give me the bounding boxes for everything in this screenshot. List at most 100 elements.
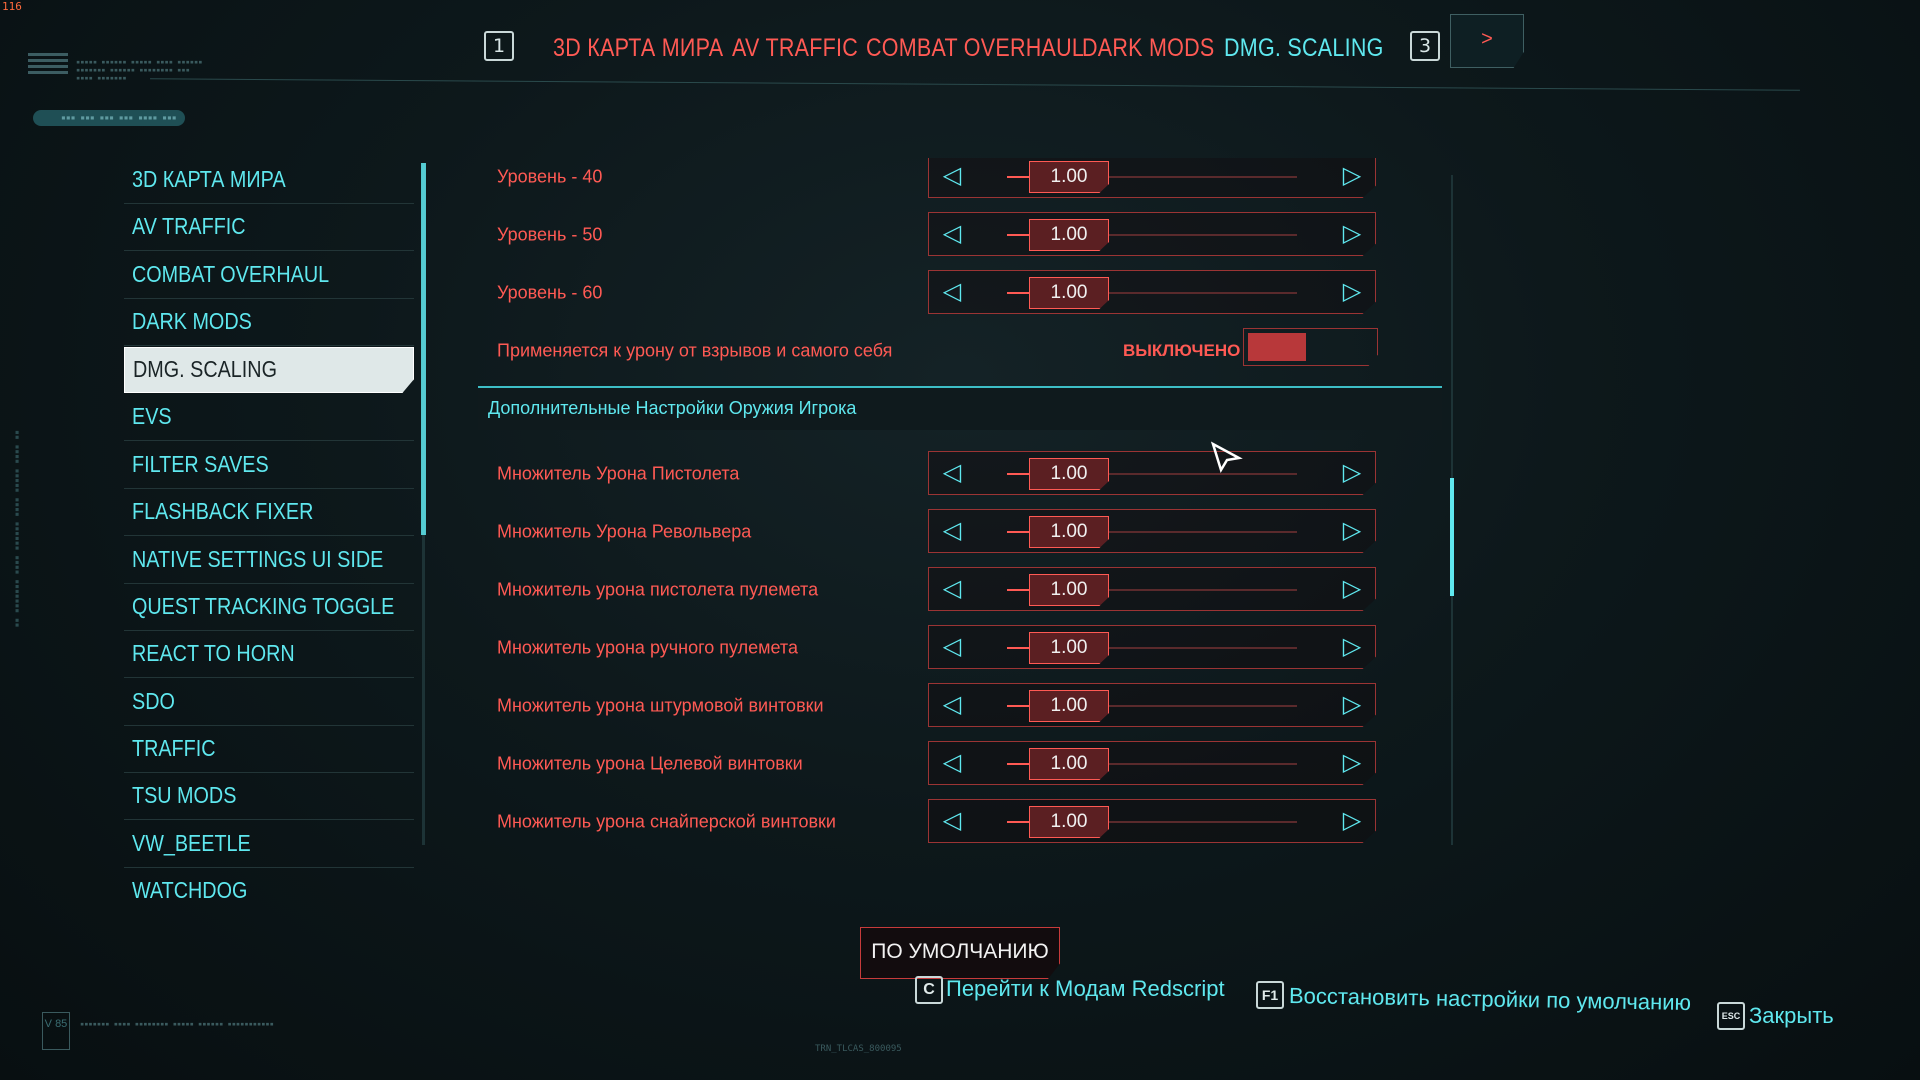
stepper-value: 1.00 (1029, 632, 1109, 664)
decorative-pill: ▪▪▪ ▪▪▪ ▪▪▪ ▪▪▪ ▪▪▪▪ ▪▪▪ (33, 110, 185, 126)
sidebar-item-filter-saves[interactable]: FILTER SAVES (124, 443, 414, 489)
hint-key-f1: F1 (1256, 981, 1284, 1009)
setting-row-level-40: Уровень - 40 ◁ 1.00 ▷ (478, 158, 1450, 206)
tab-3d-map[interactable]: 3D КАРТА МИРА (553, 34, 723, 63)
sidebar-item-label: REACT TO HORN (132, 640, 295, 666)
arrow-right-icon[interactable]: ▷ (1337, 458, 1367, 488)
sidebar-item-flashback-fixer[interactable]: FLASHBACK FIXER (124, 490, 414, 536)
sidebar-item-label: 3D КАРТА МИРА (132, 166, 286, 192)
sidebar-item-label: EVS (132, 403, 172, 429)
setting-label: Уровень - 60 (497, 282, 603, 303)
setting-row-explosion-toggle: Применяется к урону от взрывов и самого … (478, 322, 1450, 380)
value-stepper[interactable]: ◁ 1.00 ▷ (928, 451, 1376, 495)
explosion-toggle[interactable] (1243, 328, 1378, 366)
value-stepper[interactable]: ◁ 1.00 ▷ (928, 683, 1376, 727)
arrow-right-icon[interactable]: ▷ (1337, 574, 1367, 604)
value-stepper[interactable]: ◁ 1.00 ▷ (928, 509, 1376, 553)
sidebar-item-evs[interactable]: EVS (124, 395, 414, 441)
next-page-button[interactable]: > (1450, 14, 1524, 68)
arrow-right-icon[interactable]: ▷ (1337, 748, 1367, 778)
reset-default-label: ПО УМОЛЧАНИЮ (871, 940, 1049, 963)
arrow-right-icon[interactable]: ▷ (1337, 806, 1367, 836)
tab-dark-mods[interactable]: DARK MODS (1082, 34, 1215, 63)
stepper-value: 1.00 (1029, 690, 1109, 722)
value-stepper[interactable]: ◁ 1.00 ▷ (928, 625, 1376, 669)
value-stepper[interactable]: ◁ 1.00 ▷ (928, 741, 1376, 785)
sidebar-item-label: VW_BEETLE (132, 830, 251, 856)
arrow-left-icon[interactable]: ◁ (937, 632, 967, 662)
arrow-right-icon[interactable]: ▷ (1337, 161, 1367, 191)
mod-list-sidebar: 3D КАРТА МИРА AV TRAFFIC COMBAT OVERHAUL… (124, 158, 414, 900)
sidebar-item-label: DARK MODS (132, 308, 252, 334)
close-hint[interactable]: Закрыть (1749, 1003, 1834, 1029)
content-scrollbar[interactable] (1450, 478, 1454, 596)
arrow-left-icon[interactable]: ◁ (937, 574, 967, 604)
setting-row-level-60: Уровень - 60 ◁ 1.00 ▷ (478, 264, 1450, 322)
logo-icon (28, 50, 68, 84)
arrow-right-icon[interactable]: ▷ (1337, 277, 1367, 307)
value-stepper[interactable]: ◁ 1.00 ▷ (928, 158, 1376, 198)
setting-label: Множитель урона ручного пулемета (497, 637, 798, 658)
toggle-state-text: ВЫКЛЮЧЕНО (1123, 341, 1241, 360)
arrow-left-icon[interactable]: ◁ (937, 748, 967, 778)
sidebar-item-tsu-mods[interactable]: TSU MODS (124, 774, 414, 820)
stepper-value: 1.00 (1029, 574, 1109, 606)
setting-row-sniper-rifle: Множитель урона снайперской винтовки ◁ 1… (478, 793, 1450, 851)
arrow-right-icon[interactable]: ▷ (1337, 690, 1367, 720)
next-tab-key[interactable]: 3 (1410, 31, 1440, 61)
sidebar-item-native-settings[interactable]: NATIVE SETTINGS UI SIDE (124, 538, 414, 584)
arrow-left-icon[interactable]: ◁ (937, 516, 967, 546)
arrow-right-icon[interactable]: ▷ (1337, 219, 1367, 249)
decorative-vertical-text: ▪▪ ▪▪▪▪ ▪▪▪▪▪ ▪▪▪▪ ▪▪▪▪▪▪ ▪▪▪▪ ▪▪▪▪▪▪▪ ▪… (13, 430, 22, 628)
section-header: Дополнительные Настройки Оружия Игрока (478, 386, 1442, 430)
value-stepper[interactable]: ◁ 1.00 ▷ (928, 212, 1376, 256)
sidebar-item-label: FLASHBACK FIXER (132, 498, 314, 524)
setting-row-precision-rifle: Множитель урона Целевой винтовки ◁ 1.00 … (478, 735, 1450, 793)
sidebar-item-watchdog[interactable]: WATCHDOG (124, 869, 414, 900)
arrow-left-icon[interactable]: ◁ (937, 277, 967, 307)
stepper-value: 1.00 (1029, 161, 1109, 193)
sidebar-item-label: SDO (132, 688, 175, 714)
arrow-left-icon[interactable]: ◁ (937, 806, 967, 836)
arrow-left-icon[interactable]: ◁ (937, 219, 967, 249)
tab-combat-overhaul[interactable]: COMBAT OVERHAUL (866, 34, 1084, 63)
restore-defaults-hint[interactable]: Восстановить настройки по умолчанию (1289, 983, 1692, 1016)
prev-tab-key[interactable]: 1 (484, 31, 514, 61)
sidebar-item-label: AV TRAFFIC (132, 213, 246, 239)
sidebar-item-3d-map[interactable]: 3D КАРТА МИРА (124, 158, 414, 204)
sidebar-item-react-to-horn[interactable]: REACT TO HORN (124, 632, 414, 678)
setting-label: Применяется к урону от взрывов и самого … (497, 340, 893, 361)
tab-av-traffic[interactable]: AV TRAFFIC (732, 34, 858, 63)
setting-label: Уровень - 40 (497, 166, 603, 187)
sidebar-item-label: DMG. SCALING (133, 356, 277, 382)
section-title: Дополнительные Настройки Оружия Игрока (488, 398, 857, 418)
value-stepper[interactable]: ◁ 1.00 ▷ (928, 799, 1376, 843)
arrow-right-icon[interactable]: ▷ (1337, 632, 1367, 662)
sidebar-item-quest-tracking[interactable]: QUEST TRACKING TOGGLE (124, 585, 414, 631)
sidebar-item-dmg-scaling[interactable]: DMG. SCALING (124, 347, 414, 393)
arrow-right-icon[interactable]: ▷ (1337, 516, 1367, 546)
arrow-left-icon[interactable]: ◁ (937, 161, 967, 191)
tab-dmg-scaling[interactable]: DMG. SCALING (1224, 34, 1384, 63)
sidebar-item-label: TRAFFIC (132, 735, 216, 761)
goto-redscript-hint[interactable]: Перейти к Модам Redscript (946, 976, 1225, 1002)
sidebar-scrollbar[interactable] (421, 163, 426, 535)
sidebar-item-av-traffic[interactable]: AV TRAFFIC (124, 205, 414, 251)
arrow-left-icon[interactable]: ◁ (937, 458, 967, 488)
setting-label: Множитель урона Целевой винтовки (497, 753, 803, 774)
value-stepper[interactable]: ◁ 1.00 ▷ (928, 567, 1376, 611)
sidebar-item-combat-overhaul[interactable]: COMBAT OVERHAUL (124, 253, 414, 299)
top-tab-bar: ▪▪▪▪▪ ▪▪▪▪▪▪ ▪▪▪▪▪ ▪▪▪▪ ▪▪▪▪▪▪ ▪▪▪▪▪▪▪ ▪▪… (0, 0, 1920, 126)
value-stepper[interactable]: ◁ 1.00 ▷ (928, 270, 1376, 314)
setting-label: Множитель урона штурмовой винтовки (497, 695, 824, 716)
sidebar-item-vw-beetle[interactable]: VW_BEETLE (124, 822, 414, 868)
sidebar-item-sdo[interactable]: SDO (124, 680, 414, 726)
setting-label: Уровень - 50 (497, 224, 603, 245)
reset-default-button[interactable]: ПО УМОЛЧАНИЮ (860, 927, 1060, 979)
setting-row-lmg: Множитель урона ручного пулемета ◁ 1.00 … (478, 619, 1450, 677)
setting-row-assault-rifle: Множитель урона штурмовой винтовки ◁ 1.0… (478, 677, 1450, 735)
sidebar-item-traffic[interactable]: TRAFFIC (124, 727, 414, 773)
sidebar-item-dark-mods[interactable]: DARK MODS (124, 300, 414, 346)
arrow-left-icon[interactable]: ◁ (937, 690, 967, 720)
setting-label: Множитель Урона Револьвера (497, 521, 752, 542)
